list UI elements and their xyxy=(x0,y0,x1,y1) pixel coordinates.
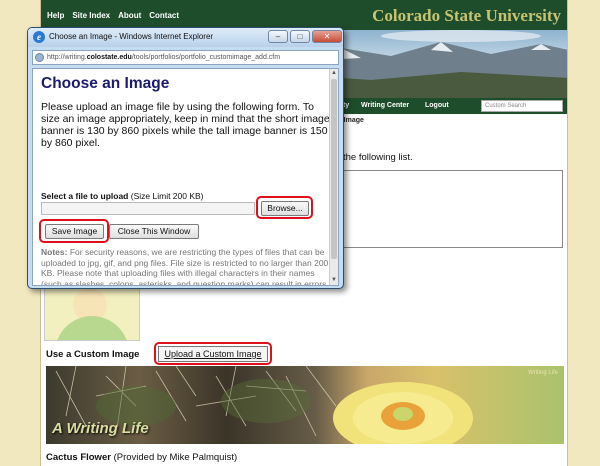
banner-title: A Writing Life xyxy=(52,420,149,437)
custom-search-input[interactable]: Custom Search xyxy=(481,100,563,112)
save-button-highlight xyxy=(39,219,109,243)
banner-small-title: Writing Life xyxy=(528,370,558,376)
nav-site-index-link[interactable]: Site Index xyxy=(72,11,110,20)
banner-caption: Cactus Flower (Provided by Mike Palmquis… xyxy=(46,452,237,463)
size-limit-text: (Size Limit 200 KB) xyxy=(130,191,204,201)
nav-about-link[interactable]: About xyxy=(118,11,141,20)
ie-logo-icon: e xyxy=(33,31,45,43)
close-window-button[interactable]: Close This Window xyxy=(109,224,199,239)
dialog-instructions: Please upload an image file by using the… xyxy=(41,101,330,149)
notes-label: Notes: xyxy=(41,247,68,257)
instructions-partial: the following list. xyxy=(343,152,413,163)
vertical-scrollbar[interactable]: ▲ ▼ xyxy=(329,69,338,285)
window-titlebar[interactable]: e Choose an Image - Windows Internet Exp… xyxy=(28,28,343,47)
nav-help-link[interactable]: Help xyxy=(47,11,64,20)
image-list-box[interactable] xyxy=(339,170,563,248)
scroll-down-icon[interactable]: ▼ xyxy=(330,276,338,285)
caption-title: Cactus Flower xyxy=(46,452,111,463)
cactus-banner-image: Writing Life A Writing Life xyxy=(46,366,564,444)
university-logo-text[interactable]: Colorado State University xyxy=(372,6,561,26)
minimize-icon[interactable]: – xyxy=(268,30,288,43)
file-upload-label: Select a file to upload (Size Limit 200 … xyxy=(41,191,204,201)
file-path-input[interactable] xyxy=(41,202,255,215)
notes-text: For security reasons, we are restricting… xyxy=(41,247,329,286)
nav-contact-link[interactable]: Contact xyxy=(149,11,179,20)
window-content: Choose an Image Please upload an image f… xyxy=(32,68,339,286)
nav-writing-center[interactable]: Writing Center xyxy=(361,102,409,109)
file-label-text: Select a file to upload xyxy=(41,191,129,201)
upload-button-highlight xyxy=(154,342,272,365)
maximize-icon[interactable]: □ xyxy=(290,30,310,43)
cactus-flower-icon xyxy=(333,382,473,444)
security-notes: Notes: For security reasons, we are rest… xyxy=(41,247,333,286)
custom-image-label: Use a Custom Image xyxy=(46,349,140,360)
scroll-up-icon[interactable]: ▲ xyxy=(330,69,338,78)
page-icon xyxy=(35,53,44,62)
browse-button-highlight xyxy=(256,196,313,219)
address-bar[interactable]: http://writing.colostate.edu/tools/portf… xyxy=(32,50,339,65)
window-title: Choose an Image - Windows Internet Explo… xyxy=(49,32,214,41)
scrollbar-thumb[interactable] xyxy=(331,79,337,259)
top-nav: Help Site Index About Contact Colorado S… xyxy=(41,0,567,30)
choose-image-window: e Choose an Image - Windows Internet Exp… xyxy=(27,27,344,289)
default-avatar-image xyxy=(44,285,140,341)
nav-logout[interactable]: Logout xyxy=(425,102,449,109)
dialog-heading: Choose an Image xyxy=(41,75,170,92)
close-icon[interactable]: ✕ xyxy=(312,30,342,43)
address-url: http://writing.colostate.edu/tools/portf… xyxy=(47,54,281,61)
caption-credit: (Provided by Mike Palmquist) xyxy=(113,452,238,463)
